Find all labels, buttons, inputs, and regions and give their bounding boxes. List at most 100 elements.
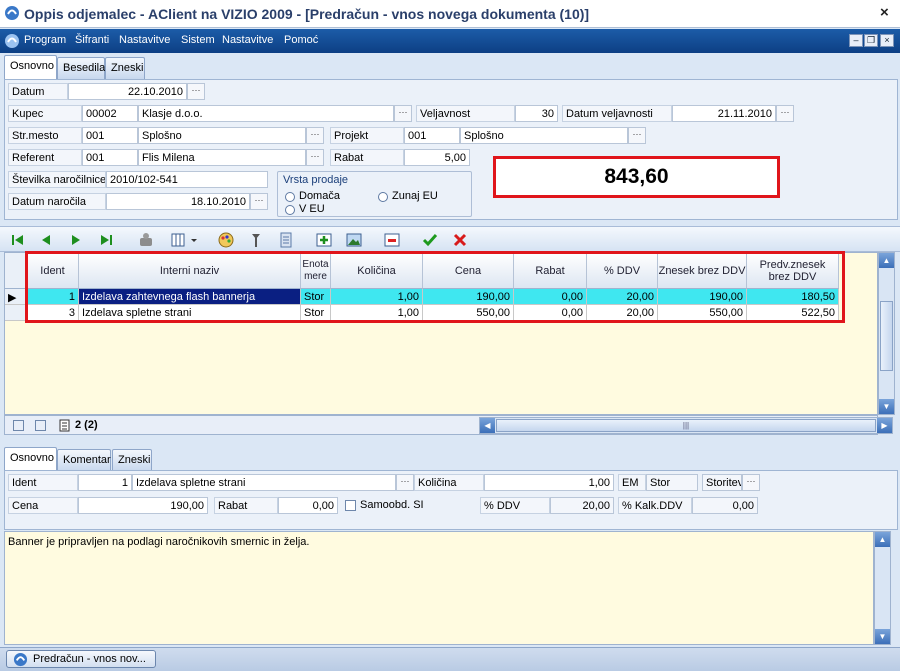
table-row-cell[interactable]: Stor xyxy=(301,305,331,321)
datum-narocila-field[interactable]: 18.10.2010 xyxy=(106,193,250,210)
grid-header-enota-mere[interactable]: Enota mere xyxy=(301,253,331,289)
table-row-cell[interactable]: Izdelava spletne strani xyxy=(79,305,301,321)
datum-picker-button[interactable]: ··· xyxy=(187,83,205,100)
strmesto-code-field[interactable]: 001 xyxy=(82,127,138,144)
detail-naziv-field[interactable]: Izdelava spletne strani xyxy=(132,474,396,491)
grid-header-interni-naziv[interactable]: Interni naziv xyxy=(79,253,301,289)
mdi-restore-button[interactable]: ❐ xyxy=(864,34,878,47)
table-row-cell[interactable]: 190,00 xyxy=(658,289,747,305)
datum-veljavnosti-picker-button[interactable]: ··· xyxy=(776,105,794,122)
menu-nastavitve-2[interactable]: Nastavitve xyxy=(222,34,273,46)
first-icon[interactable] xyxy=(8,230,28,250)
app-menu-icon[interactable] xyxy=(4,33,20,49)
comment-memo[interactable]: Banner je pripravljen na podlagi naročni… xyxy=(4,531,874,645)
detail-ident-field[interactable]: 1 xyxy=(78,474,132,491)
narocilnica-field[interactable]: 2010/102-541 xyxy=(106,171,268,188)
menu-pomoc[interactable]: Pomoć xyxy=(284,34,318,46)
rabat-field[interactable]: 5,00 xyxy=(404,149,470,166)
table-row-cell[interactable]: Izdelava zahtevnega flash bannerja xyxy=(79,289,301,305)
referent-lookup-button[interactable]: ··· xyxy=(306,149,324,166)
table-row-cell[interactable]: 1,00 xyxy=(331,305,423,321)
mdi-minimize-button[interactable]: – xyxy=(849,34,863,47)
detail-em-lookup-button[interactable]: ··· xyxy=(742,474,760,491)
datum-narocila-picker-button[interactable]: ··· xyxy=(250,193,268,210)
cancel-icon[interactable] xyxy=(450,230,470,250)
referent-code-field[interactable]: 001 xyxy=(82,149,138,166)
h-scroll-thumb[interactable]: ||| xyxy=(496,419,876,432)
memo-vertical-scrollbar[interactable]: ▲ ▼ xyxy=(874,531,891,645)
detail-rabat-field[interactable]: 0,00 xyxy=(278,497,338,514)
table-row-cell[interactable]: 20,00 xyxy=(587,305,658,321)
tools-icon[interactable] xyxy=(246,230,266,250)
table-row-cell[interactable]: 190,00 xyxy=(423,289,514,305)
memo-scroll-up-icon[interactable]: ▲ xyxy=(875,532,890,547)
table-row-cell[interactable]: 3 xyxy=(27,305,79,321)
tab-besedila[interactable]: Besedila xyxy=(57,57,105,79)
radio-zunaj-eu[interactable] xyxy=(378,192,388,202)
table-row-cell[interactable]: 0,00 xyxy=(514,305,587,321)
tab-zneski[interactable]: Zneski xyxy=(105,57,145,79)
image-icon[interactable] xyxy=(344,230,364,250)
taskbar-window-button[interactable]: Predračun - vnos nov... xyxy=(6,650,156,668)
detail-cena-field[interactable]: 190,00 xyxy=(78,497,208,514)
kupec-code-field[interactable]: 00002 xyxy=(82,105,138,122)
grid-header-kolicina[interactable]: Količina xyxy=(331,253,423,289)
grid-header-predv-znesek[interactable]: Predv.znesek brez DDV xyxy=(747,253,839,289)
palette-icon[interactable] xyxy=(216,230,236,250)
referent-name-field[interactable]: Flis Milena xyxy=(138,149,306,166)
projekt-lookup-button[interactable]: ··· xyxy=(628,127,646,144)
table-row-cell[interactable]: 522,50 xyxy=(747,305,839,321)
table-row-cell[interactable]: 20,00 xyxy=(587,289,658,305)
dropdown-icon[interactable] xyxy=(188,230,200,250)
delete-row-icon[interactable] xyxy=(382,230,402,250)
tab-osnovno[interactable]: Osnovno xyxy=(4,55,57,79)
grid-header-znesek-brez-ddv[interactable]: Znesek brez DDV xyxy=(658,253,747,289)
row-indicator[interactable]: ▶ xyxy=(5,289,27,305)
grid-header-cena[interactable]: Cena xyxy=(423,253,514,289)
mdi-close-button[interactable]: × xyxy=(880,34,894,47)
projekt-name-field[interactable]: Splošno xyxy=(460,127,628,144)
menu-sifranti[interactable]: Šifranti xyxy=(75,34,109,46)
scroll-thumb[interactable] xyxy=(880,301,893,371)
prev-icon[interactable] xyxy=(36,230,56,250)
table-row-cell[interactable]: 550,00 xyxy=(658,305,747,321)
strmesto-lookup-button[interactable]: ··· xyxy=(306,127,324,144)
kupec-name-field[interactable]: Klasje d.o.o. xyxy=(138,105,394,122)
grid-vertical-scrollbar[interactable]: ▲ ▼ xyxy=(878,252,895,415)
table-row-cell[interactable]: 0,00 xyxy=(514,289,587,305)
confirm-icon[interactable] xyxy=(420,230,440,250)
grid-header-ddv[interactable]: % DDV xyxy=(587,253,658,289)
window-close-button[interactable]: × xyxy=(880,4,889,21)
menu-sistem[interactable]: Sistem xyxy=(181,34,215,46)
table-row-cell[interactable]: 1,00 xyxy=(331,289,423,305)
table-row-cell[interactable]: 550,00 xyxy=(423,305,514,321)
veljavnost-field[interactable]: 30 xyxy=(515,105,558,122)
detail-ident-lookup-button[interactable]: ··· xyxy=(396,474,414,491)
grid-header-ident[interactable]: Ident xyxy=(27,253,79,289)
tab-bottom-zneski[interactable]: Zneski xyxy=(112,449,152,471)
projekt-code-field[interactable]: 001 xyxy=(404,127,460,144)
strmesto-name-field[interactable]: Splošno xyxy=(138,127,306,144)
radio-v-eu[interactable] xyxy=(285,205,295,215)
copy-icon[interactable] xyxy=(136,230,156,250)
select-all-checkbox[interactable] xyxy=(13,420,24,431)
memo-scroll-down-icon[interactable]: ▼ xyxy=(875,629,890,644)
datum-field[interactable]: 22.10.2010 xyxy=(68,83,187,100)
table-row-cell[interactable]: 1 xyxy=(27,289,79,305)
table-row-cell[interactable]: 180,50 xyxy=(747,289,839,305)
document-icon[interactable] xyxy=(276,230,296,250)
datum-veljavnosti-field[interactable]: 21.11.2010 xyxy=(672,105,776,122)
row-indicator[interactable] xyxy=(5,305,27,321)
columns-icon[interactable] xyxy=(168,230,188,250)
scroll-down-icon[interactable]: ▼ xyxy=(879,399,894,414)
table-row-cell[interactable]: Stor xyxy=(301,289,331,305)
grid-header-rabat[interactable]: Rabat xyxy=(514,253,587,289)
radio-domaca[interactable] xyxy=(285,192,295,202)
scroll-up-icon[interactable]: ▲ xyxy=(879,253,894,268)
scroll-right-icon[interactable]: ▶ xyxy=(877,418,892,433)
last-icon[interactable] xyxy=(96,230,116,250)
tab-bottom-osnovno[interactable]: Osnovno xyxy=(4,447,57,471)
kupec-lookup-button[interactable]: ··· xyxy=(394,105,412,122)
next-icon[interactable] xyxy=(66,230,86,250)
menu-nastavitve[interactable]: Nastavitve xyxy=(119,34,170,46)
